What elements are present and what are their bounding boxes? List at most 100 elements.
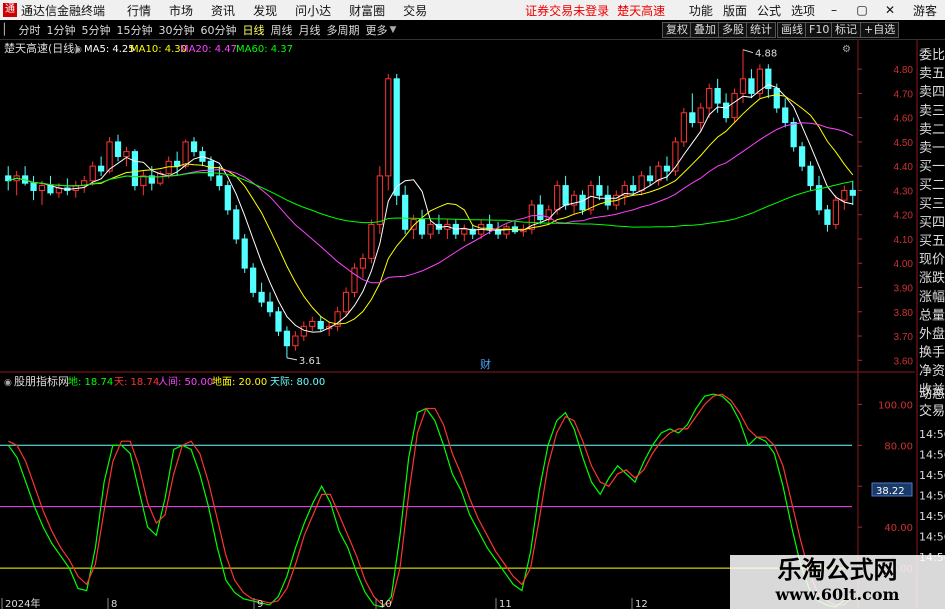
candle-body bbox=[554, 185, 561, 211]
candle-body bbox=[275, 311, 282, 332]
candle-body bbox=[131, 151, 139, 187]
y-tick-label: 3.90 bbox=[894, 284, 914, 295]
candle-body bbox=[241, 238, 248, 269]
candle-body bbox=[89, 165, 96, 182]
watermark-title: 乐淘公式网 bbox=[777, 556, 898, 584]
candle-body bbox=[596, 185, 603, 196]
osc-series-0 bbox=[7, 393, 854, 608]
cursor-value: 38.22 bbox=[876, 486, 905, 497]
ma10-line bbox=[8, 94, 854, 325]
candle-body bbox=[579, 194, 586, 211]
quote-label: 买五 bbox=[919, 234, 945, 249]
date-label: 8 bbox=[111, 599, 117, 609]
sub-collapse-icon: ◉ bbox=[4, 378, 12, 388]
candle-body bbox=[638, 175, 645, 191]
date-label: 9 bbox=[257, 599, 263, 609]
candle-body bbox=[182, 141, 189, 167]
candle-body bbox=[782, 107, 789, 124]
quote-label: 净资 bbox=[919, 364, 945, 379]
indicator-legend-4: 天际: 80.00 bbox=[270, 376, 325, 388]
quote-label: 委比 bbox=[919, 48, 945, 63]
candle-body bbox=[722, 102, 730, 119]
quote-label: 卖二 bbox=[919, 122, 945, 137]
candle-body bbox=[266, 301, 274, 313]
candle-body bbox=[250, 267, 257, 293]
quote-label: 外盘 bbox=[919, 326, 945, 342]
y-tick-label: 3.60 bbox=[894, 356, 914, 367]
time-label: 14:56 bbox=[919, 449, 945, 462]
candle-body bbox=[359, 257, 367, 269]
candle-body bbox=[368, 223, 375, 259]
candle-body bbox=[98, 165, 105, 172]
candle-body bbox=[748, 78, 755, 94]
candle-body bbox=[655, 165, 662, 182]
quote-label: 涨幅 bbox=[919, 290, 945, 305]
date-label: 2024年 bbox=[5, 597, 40, 609]
quote-label: 买四 bbox=[919, 215, 945, 230]
quote-label: 买一 bbox=[919, 160, 945, 175]
candle-body bbox=[140, 175, 147, 187]
y-tick-label: 4.00 bbox=[894, 259, 914, 270]
candle-body bbox=[832, 199, 840, 225]
candle-body bbox=[309, 320, 316, 327]
candle-body bbox=[798, 146, 806, 167]
quote-label: 卖一 bbox=[919, 141, 945, 156]
y-tick-label: 4.60 bbox=[894, 114, 914, 125]
y-tick-label: 3.70 bbox=[894, 332, 914, 343]
candle-body bbox=[393, 78, 400, 196]
candle-body bbox=[38, 185, 46, 191]
watermark-url: www.60lt.com bbox=[775, 585, 900, 604]
osc-series-1 bbox=[8, 393, 854, 606]
candle-body bbox=[351, 267, 358, 293]
time-label: 14:56 bbox=[919, 531, 945, 544]
time-label: 14:56 bbox=[919, 469, 945, 482]
candle-body bbox=[216, 175, 223, 187]
candle-body bbox=[114, 141, 122, 157]
candle-body bbox=[224, 185, 231, 211]
y-tick-label: 4.40 bbox=[894, 162, 914, 173]
ma-legend-0: MA5: 4.25 bbox=[84, 44, 135, 55]
candle-body bbox=[790, 122, 797, 148]
candle-body bbox=[714, 88, 721, 104]
y-tick-label: 4.20 bbox=[894, 211, 914, 222]
candle-body bbox=[190, 141, 198, 153]
candle-body bbox=[461, 228, 468, 235]
y-tick-label: 4.50 bbox=[894, 138, 914, 149]
high-pointer bbox=[742, 49, 754, 54]
y-tick-label: 4.30 bbox=[894, 186, 914, 197]
candle-body bbox=[689, 112, 696, 124]
candle-body bbox=[503, 226, 510, 235]
candle-body bbox=[292, 335, 299, 347]
y-tick-label: 3.80 bbox=[894, 308, 914, 319]
candle-body bbox=[630, 185, 637, 191]
candle-body bbox=[342, 291, 350, 313]
quote-label: 买二 bbox=[919, 178, 945, 193]
candle-body bbox=[174, 160, 181, 167]
candle-body bbox=[376, 175, 383, 225]
quote-label-lower: 交易 bbox=[919, 403, 945, 419]
candle-body bbox=[646, 175, 654, 182]
candle-body bbox=[807, 165, 814, 187]
candle-body bbox=[30, 182, 37, 191]
quote-label: 卖五 bbox=[919, 67, 945, 82]
date-label: 12 bbox=[635, 599, 648, 609]
ma-legend-1: MA10: 4.30 bbox=[130, 44, 187, 55]
candle-body bbox=[157, 172, 164, 184]
candle-body bbox=[537, 204, 544, 221]
candle-body bbox=[663, 165, 671, 172]
candle-body bbox=[824, 209, 831, 225]
quote-label: 换手 bbox=[919, 346, 945, 361]
kline-chart[interactable]: 4.80 4.70 4.60 4.50 4.40 4.30 4.20 4.10 4.00 3.90… bbox=[0, 0, 945, 609]
event-marker: 财 bbox=[480, 357, 491, 371]
quote-label: 卖三 bbox=[919, 104, 945, 119]
candle-body bbox=[731, 92, 738, 119]
candle-body bbox=[706, 88, 713, 109]
ma-legend-2: MA20: 4.47 bbox=[180, 44, 237, 55]
candle-body bbox=[123, 151, 130, 157]
candle-body bbox=[680, 112, 687, 143]
candle-body bbox=[562, 185, 569, 206]
candle-body bbox=[849, 189, 856, 196]
y-tick-label: 4.10 bbox=[894, 235, 914, 246]
candle-body bbox=[283, 330, 291, 347]
candle-body bbox=[258, 291, 265, 303]
